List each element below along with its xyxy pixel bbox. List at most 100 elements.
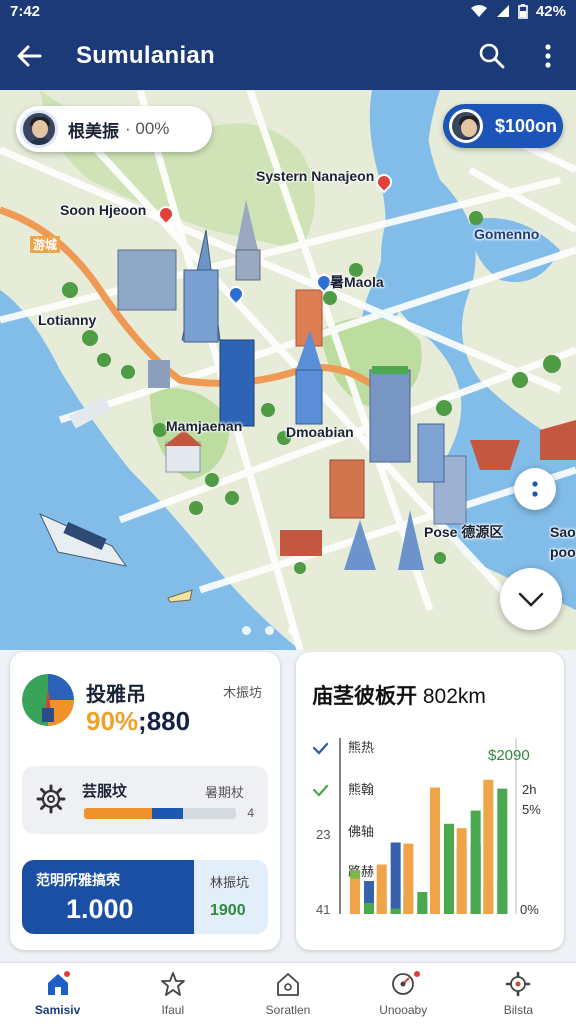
- chart-tick-label: 23: [316, 827, 331, 842]
- chart-bar: [350, 878, 360, 914]
- map-layers-button[interactable]: [514, 468, 556, 510]
- map-label[interactable]: Mamjaenan: [166, 418, 242, 434]
- nav-label: Samisiv: [34, 1003, 81, 1017]
- battery-level: 42%: [535, 2, 566, 20]
- city-map[interactable]: 根美振 00% $100on Systern Nanajeon Soon Hje…: [0, 90, 576, 650]
- user-chip-name: 根美振: [68, 121, 119, 141]
- notification-badge: [62, 969, 72, 979]
- nav-item-home[interactable]: Samisiv: [0, 963, 115, 1024]
- map-label[interactable]: Sao: [550, 524, 576, 540]
- status-time: 7:42: [10, 2, 41, 20]
- budget-label: 范明所雅搞荣: [36, 872, 120, 888]
- check-icon: [312, 742, 329, 755]
- nav-label: Bilsta: [503, 1003, 534, 1017]
- page-dot[interactable]: [265, 626, 274, 635]
- budget-side-value: 1900: [210, 902, 246, 919]
- map-label[interactable]: Soon Hjeoon: [60, 202, 146, 218]
- map-label[interactable]: Pose 德源区: [424, 522, 503, 542]
- settings-icon: [506, 971, 531, 997]
- nav-item-explore[interactable]: Unooaby: [346, 963, 461, 1024]
- search-button[interactable]: [464, 22, 520, 90]
- star-icon: [160, 972, 185, 996]
- chart-bar: [403, 843, 414, 914]
- city-logo-icon: [22, 674, 74, 726]
- score-side-label: 木振坊: [222, 685, 262, 700]
- chart-bar: [390, 908, 401, 914]
- task-name: 芸服坟: [82, 783, 128, 800]
- signal-icon: [496, 5, 509, 17]
- budget-value: 1.000: [66, 894, 134, 924]
- map-label[interactable]: 游城: [30, 236, 61, 253]
- wifi-icon: [470, 5, 487, 17]
- chart-right-label: 0%: [520, 902, 539, 917]
- map-label[interactable]: poo: [550, 544, 576, 560]
- page-dot[interactable]: [288, 626, 297, 635]
- battery-icon: [518, 3, 528, 19]
- chart-right-label: 2h: [522, 782, 537, 797]
- chart-bar: [444, 823, 454, 914]
- credits-chip[interactable]: $100on: [443, 104, 563, 148]
- bottom-nav: Samisiv Ifaul Soratlen Unooaby Bilsta: [0, 962, 576, 1024]
- score-value: 90%;880: [86, 706, 190, 737]
- credits-value: $100on: [495, 115, 558, 136]
- budget-side: 林振坑 1900: [194, 860, 268, 934]
- score-title: 投雅吊: [86, 684, 146, 706]
- map-label[interactable]: Lotianny: [38, 312, 96, 328]
- task-progress-card[interactable]: 芸服坟 暑期杖 4: [22, 766, 268, 834]
- score-row[interactable]: 投雅吊 木振坊 90%;880: [22, 674, 272, 742]
- user-chip[interactable]: 根美振 00%: [16, 106, 212, 152]
- check-icon: [312, 784, 329, 797]
- map-label[interactable]: Systern Nanajeon: [256, 168, 374, 184]
- chart-legend-label: 熊热: [348, 740, 374, 755]
- gear-icon: [36, 784, 66, 814]
- nav-item-favorites[interactable]: Ifaul: [115, 963, 230, 1024]
- chart-bar: [483, 779, 494, 914]
- chart-legend-label: 佛轴: [348, 824, 374, 839]
- collapse-map-button[interactable]: [500, 568, 562, 630]
- house-alert-icon: [277, 973, 299, 996]
- nav-label: Ifaul: [161, 1003, 185, 1017]
- more-vert-icon: [532, 481, 538, 497]
- page-indicator[interactable]: [242, 626, 297, 635]
- chart-bar: [390, 842, 401, 914]
- map-label[interactable]: 暑Maola: [330, 272, 384, 292]
- search-icon: [479, 43, 505, 69]
- budget-card[interactable]: 范明所雅搞荣 1.000 林振坑 1900: [22, 860, 268, 934]
- chart-bar: [430, 787, 440, 914]
- chart-bar: [364, 903, 374, 914]
- notification-badge: [411, 969, 422, 979]
- nav-item-settings[interactable]: Bilsta: [461, 963, 576, 1024]
- back-button[interactable]: [0, 22, 58, 90]
- task-side-label: 暑期杖: [204, 785, 244, 800]
- chart-right-label: 5%: [522, 802, 541, 817]
- page-dot[interactable]: [242, 626, 251, 635]
- budget-main: 范明所雅搞荣 1.000: [22, 860, 194, 934]
- chart-bar: [376, 864, 387, 914]
- task-progress-bar: [84, 808, 236, 819]
- chart-bar: [456, 828, 467, 914]
- score-value-rest: ;880: [138, 706, 191, 736]
- score-value-highlight: 90%: [86, 706, 139, 736]
- chart-bar: [497, 788, 508, 914]
- chart-right-label: $2090: [488, 747, 530, 764]
- chevron-down-icon: [518, 592, 544, 607]
- map-label[interactable]: Dmoabian: [286, 424, 354, 440]
- page-title: Sumulanian: [76, 42, 216, 69]
- avatar: [20, 110, 58, 148]
- nav-item-station[interactable]: Soratlen: [230, 963, 345, 1024]
- status-bar: 7:42 42%: [0, 0, 576, 22]
- map-label[interactable]: Gomenno: [474, 226, 539, 242]
- user-chip-percent: 00%: [125, 119, 169, 139]
- nav-label: Soratlen: [265, 1003, 311, 1017]
- stats-card: 投雅吊 木振坊 90%;880 芸服坟 暑期杖 4 范明所雅搞荣 1.000 林…: [10, 652, 280, 950]
- chart-bar: [470, 810, 481, 914]
- task-number: 4: [247, 806, 254, 820]
- more-button[interactable]: [520, 22, 576, 90]
- chart-tick-label: 41: [316, 902, 331, 917]
- chart-card: 庙茎彼板开 802km 熊热 熊翰 佛轴 路赫 $2090 2h 5% 0% 23 4…: [296, 652, 564, 950]
- more-vert-icon: [545, 44, 551, 68]
- budget-side-label: 林振坑: [210, 875, 250, 890]
- chart-bar: [417, 892, 428, 914]
- nav-label: Unooaby: [379, 1003, 428, 1017]
- avatar: [449, 109, 483, 143]
